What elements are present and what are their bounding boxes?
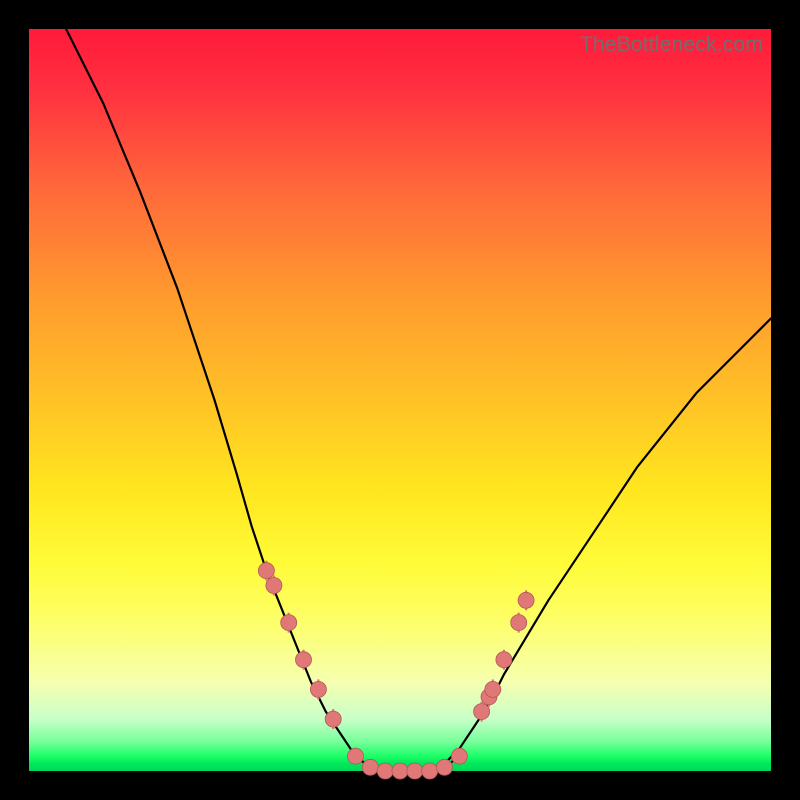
marker-left_wall <box>258 563 274 579</box>
marker-right_wall <box>518 592 534 608</box>
marker-right_wall <box>474 704 490 720</box>
marker-floor <box>362 759 378 775</box>
marker-right_wall <box>511 615 527 631</box>
chart-frame: TheBottleneck.com <box>0 0 800 800</box>
marker-floor <box>437 759 453 775</box>
marker-left_wall <box>266 578 282 594</box>
marker-right_wall <box>485 681 501 697</box>
marker-floor <box>407 763 423 779</box>
marker-right_wall <box>496 652 512 668</box>
marker-floor <box>392 763 408 779</box>
marker-left_wall <box>296 652 312 668</box>
curve-left-curve <box>66 29 385 771</box>
marker-left_wall <box>325 711 341 727</box>
plot-area: TheBottleneck.com <box>29 29 771 771</box>
marker-floor <box>422 763 438 779</box>
chart-svg <box>29 29 771 771</box>
marker-left_wall <box>310 681 326 697</box>
marker-floor <box>377 763 393 779</box>
marker-floor <box>348 748 364 764</box>
marker-floor <box>451 748 467 764</box>
marker-left_wall <box>281 615 297 631</box>
